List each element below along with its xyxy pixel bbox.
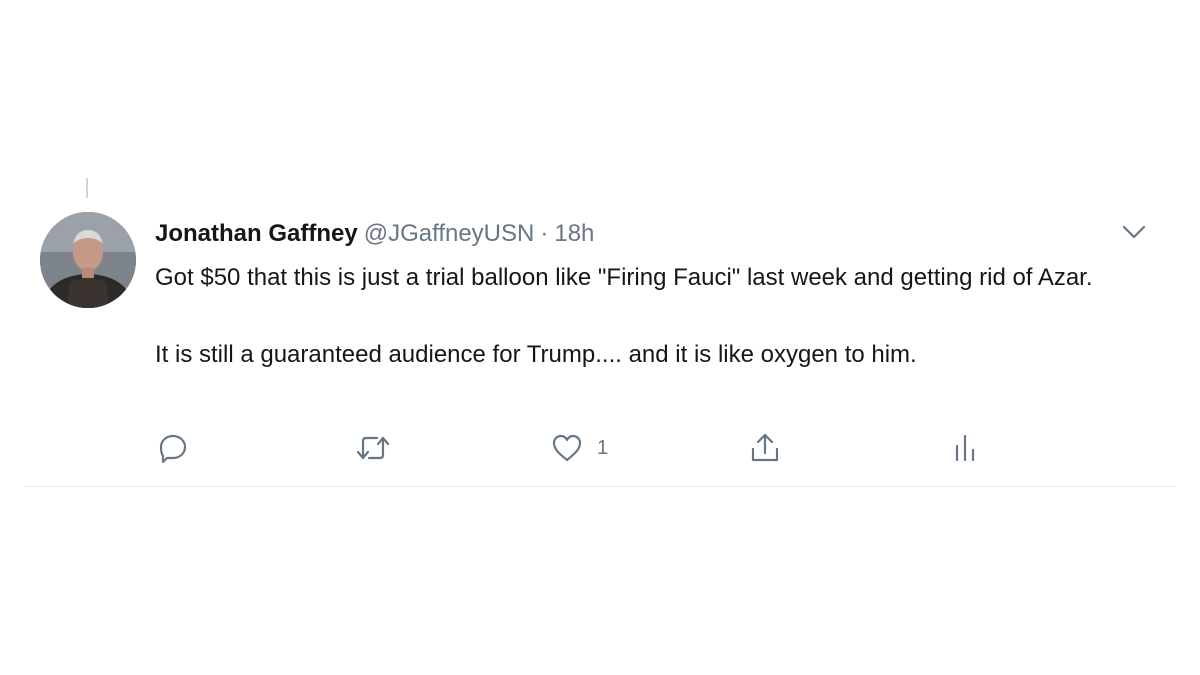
- tweet-divider: [24, 486, 1176, 487]
- thread-connector-line: [86, 178, 88, 198]
- reply-icon: [159, 434, 187, 464]
- analytics-button[interactable]: [951, 428, 979, 468]
- share-icon: [751, 433, 779, 462]
- author-name[interactable]: Jonathan Gaffney: [155, 220, 358, 247]
- tweet-timestamp[interactable]: 18h: [554, 220, 594, 247]
- tweet-actions: 1: [155, 428, 1005, 468]
- chevron-down-icon: [1122, 225, 1146, 239]
- like-button[interactable]: 1: [551, 428, 608, 468]
- share-button[interactable]: [749, 428, 781, 468]
- author-handle[interactable]: @JGaffneyUSN: [364, 220, 535, 247]
- avatar[interactable]: [40, 212, 136, 308]
- header-separator: ·: [540, 220, 549, 247]
- like-icon: [552, 434, 582, 462]
- retweet-icon: [356, 436, 390, 460]
- retweet-button[interactable]: [355, 428, 391, 468]
- avatar-image: [40, 212, 136, 308]
- reply-button[interactable]: [157, 428, 189, 468]
- analytics-icon: [955, 434, 975, 462]
- tweet-paragraph: It is still a guaranteed audience for Tr…: [155, 341, 917, 368]
- tweet-menu-button[interactable]: [1120, 220, 1148, 244]
- like-count: 1: [597, 436, 609, 459]
- tweet-header: Jonathan Gaffney @JGaffneyUSN · 18h: [155, 218, 594, 250]
- tweet-paragraph: Got $50 that this is just a trial balloo…: [155, 264, 1093, 291]
- tweet-card[interactable]: Jonathan Gaffney @JGaffneyUSN · 18h Got $50…: [0, 0, 1200, 675]
- tweet-text: Got $50 that this is just a trial balloo…: [155, 258, 1145, 374]
